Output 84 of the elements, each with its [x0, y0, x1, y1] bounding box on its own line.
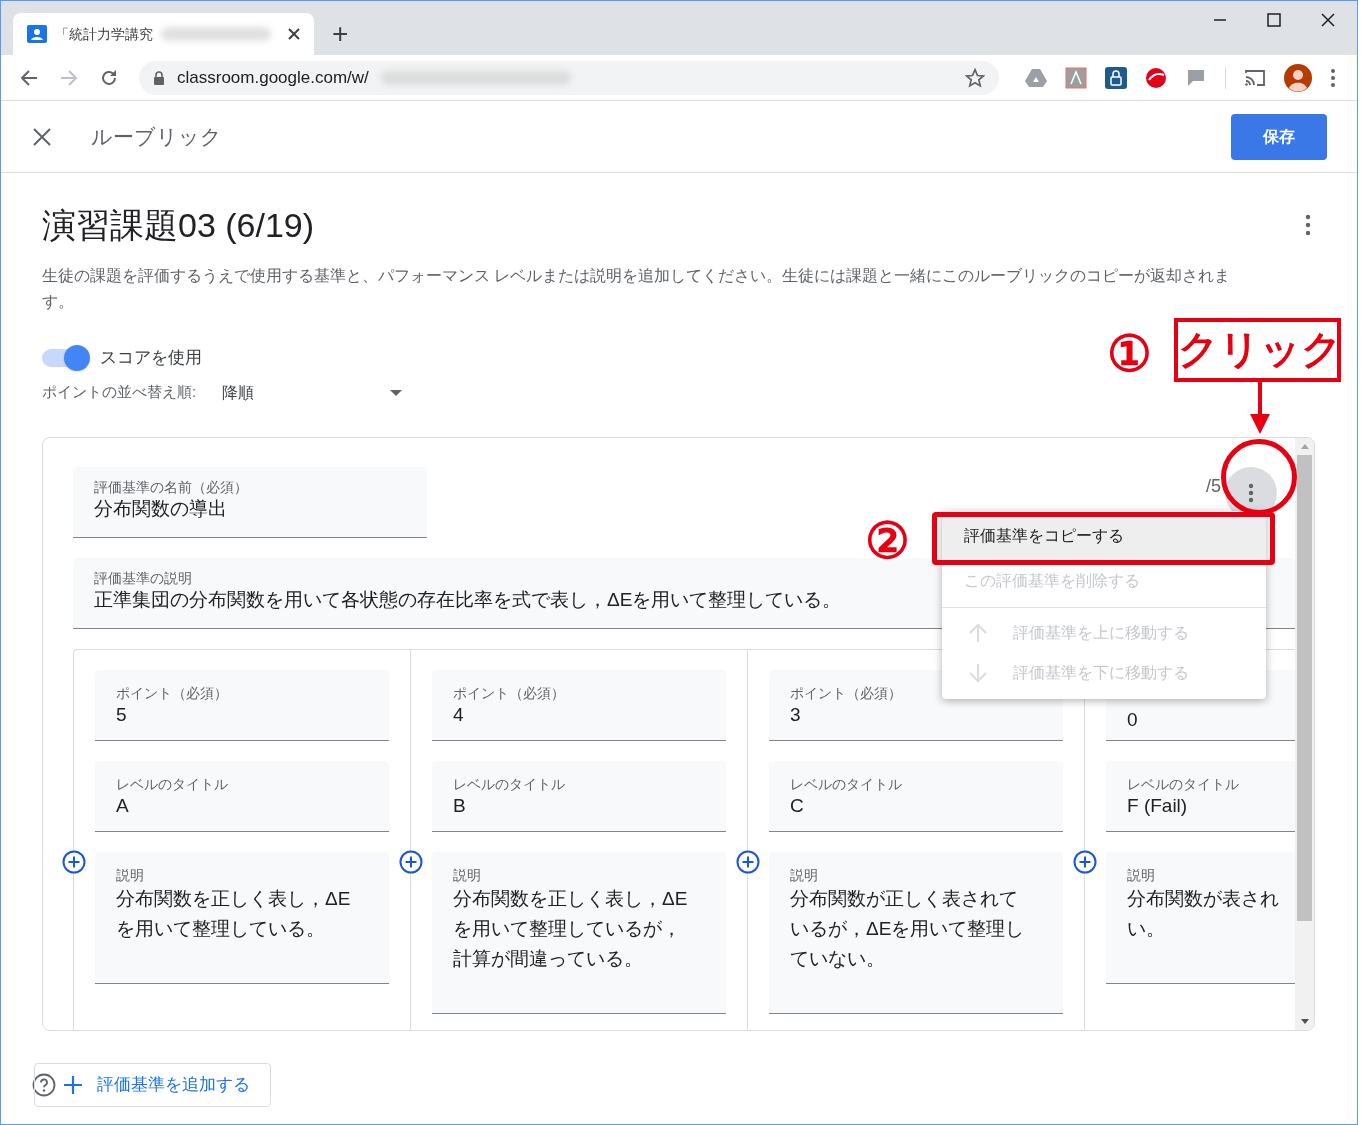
back-icon[interactable] [19, 67, 39, 88]
step-number: ① [1107, 325, 1152, 384]
menu-icon[interactable] [1330, 67, 1336, 88]
drive-icon[interactable] [1025, 67, 1047, 88]
dropdown-caret-icon [390, 389, 402, 396]
points-value: 5 [116, 702, 127, 727]
close-icon[interactable] [1321, 13, 1335, 27]
close-icon[interactable] [288, 28, 300, 40]
save-button[interactable]: 保存 [1231, 113, 1327, 160]
scroll-down-icon[interactable] [1300, 1018, 1309, 1024]
new-tab-button[interactable]: + [332, 19, 349, 49]
field-label: ポイント（必須） [453, 683, 565, 702]
field-label: 説明 [116, 865, 144, 884]
lock-badge-icon[interactable] [1105, 66, 1127, 89]
level-description: 分布関数を正しく表し，ΔE を用いて整理しているが， 計算が間違っている。 [453, 886, 688, 971]
text-field[interactable]: 説明 分布関数を正しく表し，ΔE を用いて整理しているが， 計算が間違っている。 [432, 851, 726, 1014]
field-label: 説明 [1127, 865, 1155, 884]
add-level-icon[interactable] [62, 849, 86, 874]
close-icon[interactable] [33, 127, 51, 146]
address-bar[interactable]: classroom.google.com/w/ [139, 60, 999, 95]
more-icon[interactable] [1305, 214, 1311, 236]
page-title: ルーブリック [91, 123, 222, 150]
arrow-up-icon [967, 621, 989, 644]
criterion-name: 分布関数の導出 [94, 496, 227, 521]
text-field[interactable]: ポイント（必須） 4 [432, 669, 726, 741]
points-value: 0 [1127, 707, 1138, 732]
level-title: C [790, 793, 804, 818]
text-field[interactable]: レベルのタイトル A [95, 760, 389, 832]
level-title: B [453, 793, 466, 818]
text-field[interactable]: 評価基準の名前（必須） 分布関数の導出 [73, 466, 427, 538]
add-level-icon[interactable] [736, 849, 760, 874]
plus-icon [63, 1074, 83, 1095]
field-label: ポイント（必須） [116, 683, 228, 702]
help-icon[interactable] [32, 1072, 56, 1097]
max-points: /5 [1206, 474, 1221, 498]
sort-dropdown[interactable]: 降順 [222, 380, 402, 405]
more-icon [1248, 482, 1254, 503]
arrow-down-icon [967, 662, 989, 684]
rubric-description: 生徒の課題を評価するうえで使用する基準と、パフォーマンス レベルまたは説明を追加してください。生徒には課題と一緒にこのルーブリックのコピーが返却されます。 [42, 266, 1232, 312]
url-text: classroom.google.com/w/ [177, 66, 369, 89]
text-field[interactable]: 説明 分布関数が正しく表されて いるが，ΔEを用いて整理し ていない。 [769, 851, 1063, 1014]
star-icon[interactable] [965, 67, 985, 88]
field-label: ポイント（必須） [790, 683, 902, 702]
scrollbar[interactable] [1295, 437, 1314, 1030]
toggle-label: スコアを使用 [100, 347, 202, 369]
field-label: レベルのタイトル [1127, 774, 1239, 793]
cast-icon[interactable] [1244, 67, 1266, 88]
field-label: 説明 [453, 865, 481, 884]
field-label: 評価基準の名前（必須） [94, 477, 248, 496]
sort-label: ポイントの並べ替え順: [42, 382, 198, 403]
criterion-description: 正準集団の分布関数を用いて各状態の存在比率を式で表し，ΔEを用いて整理している。 [94, 587, 842, 612]
points-value: 4 [453, 702, 464, 727]
tab-title: 「統計力学講究 [55, 24, 153, 44]
field-label: レベルのタイトル [116, 774, 228, 793]
text-field[interactable]: レベルのタイトル B [432, 760, 726, 832]
text-field[interactable]: ポイント（必須） 5 [95, 669, 389, 741]
callout-label: クリック [1174, 318, 1341, 382]
ball-logo-icon[interactable] [1145, 66, 1167, 89]
field-label: レベルのタイトル [790, 774, 902, 793]
field-label: 説明 [790, 865, 818, 884]
field-label: 評価基準の説明 [94, 568, 192, 587]
text-field[interactable]: レベルのタイトル C [769, 760, 1063, 832]
text-field[interactable]: 説明 分布関数が表され い。 [1106, 851, 1295, 984]
level-description: 分布関数が正しく表されて いるが，ΔEを用いて整理し ていない。 [790, 886, 1025, 971]
avatar-icon[interactable] [1284, 63, 1312, 92]
level-description: 分布関数を正しく表し，ΔE を用いて整理している。 [116, 886, 351, 941]
add-level-icon[interactable] [399, 849, 423, 874]
add-criterion-button[interactable]: 評価基準を追加する [34, 1062, 271, 1107]
classroom-icon [27, 25, 47, 43]
add-level-icon[interactable] [1073, 849, 1097, 874]
browser-tab[interactable]: 「統計力学講究 [13, 13, 314, 55]
pdf-icon[interactable] [1065, 66, 1087, 89]
level-description: 分布関数が表され い。 [1127, 886, 1279, 941]
maximize-icon[interactable] [1267, 13, 1281, 27]
menu-item[interactable]: 評価基準をコピーする [942, 511, 1266, 561]
lock-icon [153, 70, 165, 85]
field-label: レベルのタイトル [453, 774, 565, 793]
level-title: A [116, 793, 129, 818]
text-field[interactable]: 説明 分布関数を正しく表し，ΔE を用いて整理している。 [95, 851, 389, 984]
level-title: F (Fail) [1127, 793, 1188, 818]
assignment-title: 演習課題03 (6/19) [42, 205, 315, 246]
points-value: 3 [790, 702, 801, 727]
text-field[interactable]: レベルのタイトル F (Fail) [1106, 760, 1295, 832]
leader-arrow [1250, 382, 1270, 434]
